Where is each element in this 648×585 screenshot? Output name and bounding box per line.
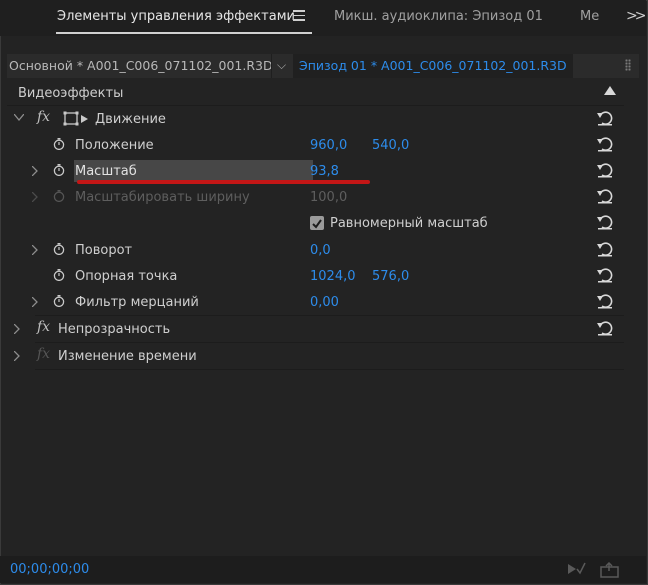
reset-icon[interactable] xyxy=(596,136,614,152)
more-tabs-chevron-icon[interactable]: >> xyxy=(626,8,647,24)
stopwatch-icon[interactable] xyxy=(53,269,65,281)
scale-width-value: 100,0 xyxy=(310,190,348,205)
panel-tab-bar: Элементы управления эффектами Микш. ауди… xyxy=(0,0,647,36)
property-row-position: Положение 960,0 540,0 xyxy=(7,132,624,158)
fx-toggle-icon[interactable]: fx xyxy=(37,109,50,125)
footer-bar: 00;00;00;00 xyxy=(0,556,646,583)
effect-row-motion[interactable]: fx Движение xyxy=(7,106,624,132)
tab-audio-clip-mixer[interactable]: Микш. аудиоклипа: Эпизод 01 xyxy=(334,9,543,24)
fx-disabled-icon: fx xyxy=(37,346,51,362)
timecode-display[interactable]: 00;00;00;00 xyxy=(10,562,89,577)
section-header-video-effects: Видеоэффекты xyxy=(7,80,624,106)
effect-row-opacity[interactable]: fx Непрозрачность xyxy=(7,316,624,342)
fx-toggle-icon[interactable]: fx xyxy=(37,319,50,335)
export-frame-icon[interactable] xyxy=(600,562,620,578)
anchor-point-x-value[interactable]: 1024,0 xyxy=(310,269,356,284)
stopwatch-icon[interactable] xyxy=(53,164,65,176)
effects-list-panel: Видеоэффекты fx Движение Положение 960,0… xyxy=(7,80,624,555)
section-title: Видеоэффекты xyxy=(18,86,124,101)
chevron-right-icon[interactable] xyxy=(32,166,38,176)
stopwatch-icon[interactable] xyxy=(53,243,65,255)
anchor-point-label: Опорная точка xyxy=(75,269,178,284)
scale-value[interactable]: 93,8 xyxy=(310,164,339,179)
opacity-label: Непрозрачность xyxy=(58,322,171,337)
chevron-right-icon[interactable] xyxy=(14,351,20,361)
scroll-up-triangle-icon[interactable] xyxy=(604,86,616,96)
active-tab-underline xyxy=(56,32,312,34)
property-row-flicker-filter: Фильтр мерцаний 0,00 xyxy=(7,289,624,315)
grip-handle-icon[interactable] xyxy=(625,59,631,71)
chevron-right-icon[interactable] xyxy=(14,324,20,334)
time-remapping-divider xyxy=(35,369,624,370)
chevron-expanded-icon[interactable] xyxy=(14,114,24,121)
position-y-value[interactable]: 540,0 xyxy=(372,138,409,153)
scale-label: Масштаб xyxy=(75,164,137,179)
reset-icon[interactable] xyxy=(596,241,614,257)
rotation-value[interactable]: 0,0 xyxy=(310,243,331,258)
property-row-scale-width: Масштабировать ширину 100,0 xyxy=(7,184,624,210)
master-clip-label[interactable]: Основной * A001_C006_071102_001.R3D xyxy=(9,58,273,73)
stopwatch-icon xyxy=(53,190,65,202)
tab-more-truncated[interactable]: Ме xyxy=(580,9,599,24)
rotation-label: Поворот xyxy=(75,243,133,258)
checkmark-icon xyxy=(312,219,322,229)
uniform-scale-label: Равномерный масштаб xyxy=(330,216,488,231)
reset-icon[interactable] xyxy=(596,214,614,230)
time-remapping-label: Изменение времени xyxy=(58,349,197,364)
panel-menu-icon[interactable] xyxy=(293,10,305,22)
chevron-right-icon[interactable] xyxy=(32,297,38,307)
reset-icon[interactable] xyxy=(596,293,614,309)
chevron-right-icon xyxy=(32,192,38,202)
flicker-filter-value[interactable]: 0,00 xyxy=(310,295,339,310)
source-separator xyxy=(271,54,272,78)
scale-width-label: Масштабировать ширину xyxy=(75,190,250,205)
tab-effect-controls[interactable]: Элементы управления эффектами xyxy=(57,9,295,24)
property-row-rotation: Поворот 0,0 xyxy=(7,237,624,263)
stopwatch-icon[interactable] xyxy=(53,138,65,150)
clip-source-bar: Основной * A001_C006_071102_001.R3D ⌵ Эп… xyxy=(7,54,639,78)
play-only-audio-icon[interactable] xyxy=(566,562,586,576)
reset-icon[interactable] xyxy=(596,267,614,283)
reset-icon[interactable] xyxy=(596,188,614,204)
effect-row-time-remapping[interactable]: fx Изменение времени xyxy=(7,343,624,369)
reset-icon[interactable] xyxy=(596,162,614,178)
stopwatch-icon[interactable] xyxy=(53,295,65,307)
chevron-right-icon[interactable] xyxy=(32,245,38,255)
reset-icon[interactable] xyxy=(596,110,614,126)
reset-icon[interactable] xyxy=(596,320,614,336)
flicker-filter-label: Фильтр мерцаний xyxy=(75,295,199,310)
position-x-value[interactable]: 960,0 xyxy=(310,138,347,153)
position-label: Положение xyxy=(75,138,154,153)
chevron-down-icon[interactable]: ⌵ xyxy=(277,58,286,73)
anchor-point-y-value[interactable]: 576,0 xyxy=(372,269,409,284)
transform-box-icon[interactable] xyxy=(63,111,89,127)
sequence-clip-label[interactable]: Эпизод 01 * A001_C006_071102_001.R3D xyxy=(293,54,573,78)
motion-label: Движение xyxy=(95,112,166,127)
right-scroll-gutter[interactable] xyxy=(624,80,639,555)
property-row-uniform-scale: Равномерный масштаб xyxy=(7,210,624,236)
property-row-anchor-point: Опорная точка 1024,0 576,0 xyxy=(7,263,624,289)
uniform-scale-checkbox[interactable] xyxy=(310,216,324,230)
